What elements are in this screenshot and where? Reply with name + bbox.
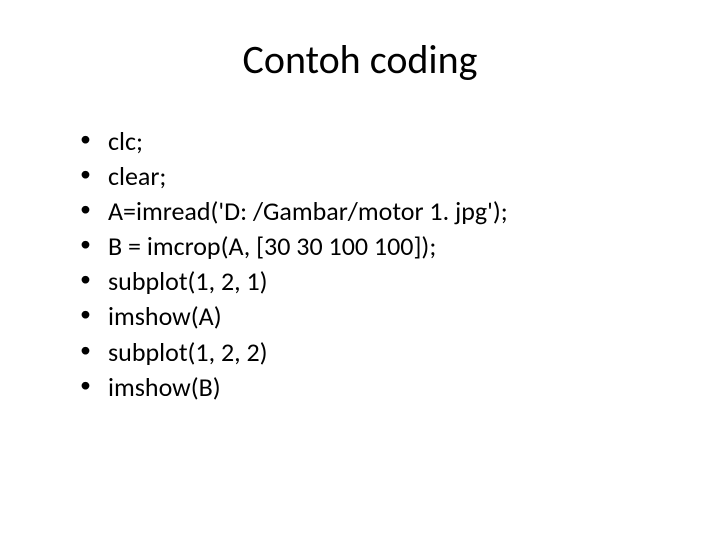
list-item: A=imread('D: /Gambar/motor 1. jpg'); bbox=[80, 194, 670, 229]
list-item: subplot(1, 2, 1) bbox=[80, 264, 670, 299]
list-item: clc; bbox=[80, 124, 670, 159]
list-item: imshow(A) bbox=[80, 299, 670, 334]
code-list: clc; clear; A=imread('D: /Gambar/motor 1… bbox=[80, 124, 670, 405]
slide-content: clc; clear; A=imread('D: /Gambar/motor 1… bbox=[50, 124, 670, 405]
slide-container: Contoh coding clc; clear; A=imread('D: /… bbox=[0, 0, 720, 540]
list-item: clear; bbox=[80, 159, 670, 194]
list-item: subplot(1, 2, 2) bbox=[80, 335, 670, 370]
list-item: imshow(B) bbox=[80, 370, 670, 405]
slide-title: Contoh coding bbox=[50, 35, 670, 84]
list-item: B = imcrop(A, [30 30 100 100]); bbox=[80, 229, 670, 264]
